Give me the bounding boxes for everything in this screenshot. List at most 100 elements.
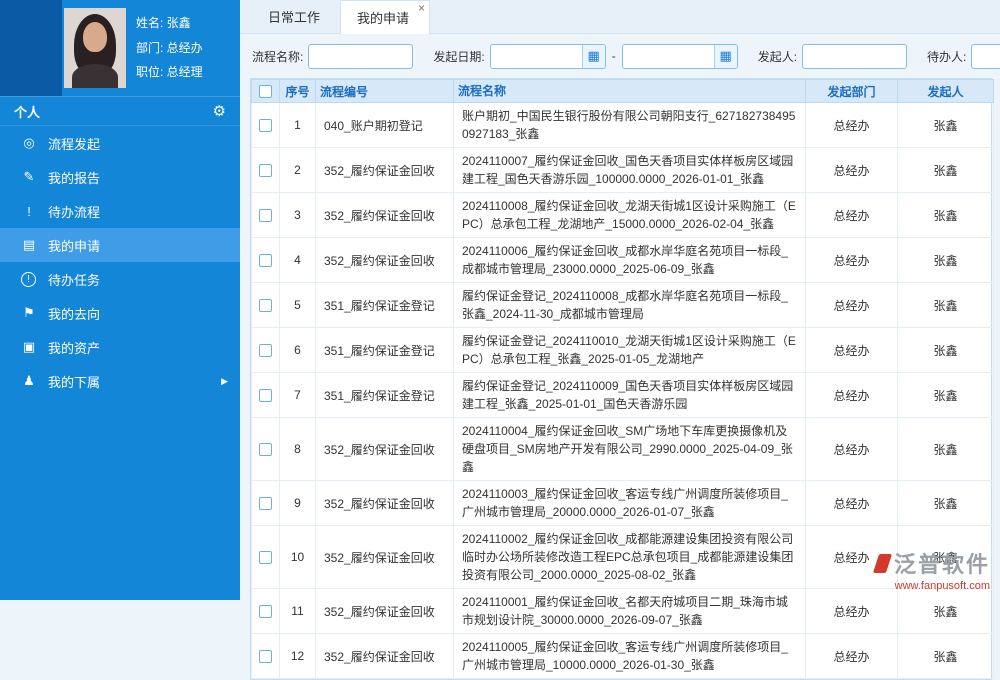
initiating-dept: 总经办 [806,373,898,418]
initiator: 张鑫 [898,193,994,238]
gear-icon[interactable]: ⚙ [213,102,226,120]
sidebar-item-my-whereabouts[interactable]: ⚑ 我的去向 [0,296,240,330]
row-index: 1 [280,103,316,148]
process-name[interactable]: 2024110002_履约保证金回收_成都能源建设集团投资有限公司临时办公场所装… [454,526,806,589]
filter-bar: 流程名称: 发起日期: ▦ - ▦ 发起人: 待办人: [240,34,1000,78]
sidebar-item-pending-tasks[interactable]: ! 待办任务 [0,262,240,296]
tab-label: 我的申请 [357,8,409,27]
row-checkbox[interactable] [259,650,272,663]
process-code: 352_履约保证金回收 [316,238,454,283]
profile-title: 职位: 总经理 [136,60,203,85]
process-name[interactable]: 履约保证金登记_2024110010_龙湖天街城1区设计采购施工（EPC）总承包… [454,328,806,373]
table-row: 6 351_履约保证金登记 履约保证金登记_2024110010_龙湖天街城1区… [252,328,994,373]
initiator: 张鑫 [898,373,994,418]
watermark-url: www.fanpusoft.com [876,580,990,592]
end-date-input[interactable] [623,45,714,68]
initiator: 张鑫 [898,481,994,526]
tab-daily-work[interactable]: 日常工作 [252,0,340,33]
row-checkbox[interactable] [259,497,272,510]
process-code: 352_履约保证金回收 [316,589,454,634]
initiating-dept: 总经办 [806,481,898,526]
calendar-icon[interactable]: ▦ [582,45,605,68]
header-name: 流程名称 [454,80,806,103]
process-code: 351_履约保证金登记 [316,283,454,328]
select-all-checkbox[interactable] [259,85,272,98]
process-name[interactable]: 履约保证金登记_2024110008_成都水岸华庭名苑项目一标段_张鑫_2024… [454,283,806,328]
table-body: 1 040_账户期初登记 账户期初_中国民生银行股份有限公司朝阳支行_62718… [252,103,994,679]
initiator: 张鑫 [898,328,994,373]
initiator: 张鑫 [898,634,994,679]
table-row: 12 352_履约保证金回收 2024110005_履约保证金回收_客运专线广州… [252,634,994,679]
assignee-label: 待办人: [927,48,966,65]
sidebar-item-label: 待办流程 [48,202,100,221]
process-name[interactable]: 2024110003_履约保证金回收_客运专线广州调度所装修项目_广州城市管理局… [454,481,806,526]
row-checkbox[interactable] [259,119,272,132]
process-name[interactable]: 账户期初_中国民生银行股份有限公司朝阳支行_627182738495092718… [454,103,806,148]
sidebar-item-my-assets[interactable]: ▣ 我的资产 [0,330,240,364]
process-name[interactable]: 2024110006_履约保证金回收_成都水岸华庭名苑项目一标段_成都城市管理局… [454,238,806,283]
process-name[interactable]: 2024110007_履约保证金回收_国色天香项目实体样板房区域园建工程_国色天… [454,148,806,193]
process-name[interactable]: 2024110004_履约保证金回收_SM广场地下车库更换摄像机及硬盘项目_SM… [454,418,806,481]
my-assets-icon: ▣ [20,339,38,355]
row-index: 11 [280,589,316,634]
row-checkbox[interactable] [259,299,272,312]
my-whereabouts-icon: ⚑ [20,305,38,321]
start-date-input[interactable] [491,45,582,68]
sidebar-item-my-subordinates[interactable]: ♟ 我的下属 ▶ [0,364,240,398]
watermark: 泛普软件 www.fanpusoft.com [876,547,990,592]
sidebar-item-process-initiate[interactable]: ◎ 流程发起 [0,126,240,160]
table-row: 8 352_履约保证金回收 2024110004_履约保证金回收_SM广场地下车… [252,418,994,481]
sidebar-item-label: 我的报告 [48,168,100,187]
row-checkbox[interactable] [259,164,272,177]
row-checkbox[interactable] [259,344,272,357]
process-name[interactable]: 2024110008_履约保证金回收_龙湖天街城1区设计采购施工（EPC）总承包… [454,193,806,238]
tab-close-icon[interactable]: × [418,2,425,14]
pending-process-icon: ! [20,204,38,219]
initiator: 张鑫 [898,148,994,193]
initiator: 张鑫 [898,418,994,481]
row-index: 12 [280,634,316,679]
table-row: 7 351_履约保证金登记 履约保证金登记_2024110009_国色天香项目实… [252,373,994,418]
sidebar-item-my-reports[interactable]: ✎ 我的报告 [0,160,240,194]
sidebar-item-my-applications[interactable]: ▤ 我的申请 [0,228,240,262]
sidebar-item-label: 流程发起 [48,134,100,153]
table-row: 2 352_履约保证金回收 2024110007_履约保证金回收_国色天香项目实… [252,148,994,193]
process-code: 352_履约保证金回收 [316,526,454,589]
profile-dark-strip [0,0,62,96]
process-name-input[interactable] [308,44,413,69]
process-code: 352_履约保证金回收 [316,418,454,481]
initiating-dept: 总经办 [806,283,898,328]
row-checkbox[interactable] [259,254,272,267]
watermark-brand: 泛普软件 [894,547,990,579]
table-row: 1 040_账户期初登记 账户期初_中国民生银行股份有限公司朝阳支行_62718… [252,103,994,148]
row-index: 9 [280,481,316,526]
row-index: 3 [280,193,316,238]
process-code: 040_账户期初登记 [316,103,454,148]
row-index: 8 [280,418,316,481]
profile-dept: 部门: 总经办 [136,36,203,61]
assignee-input[interactable] [971,44,1000,69]
date-separator: - [612,49,616,63]
process-code: 352_履约保证金回收 [316,193,454,238]
row-checkbox[interactable] [259,605,272,618]
initiating-dept: 总经办 [806,589,898,634]
row-index: 10 [280,526,316,589]
row-checkbox[interactable] [259,443,272,456]
process-name[interactable]: 2024110001_履约保证金回收_名都天府城项目二期_珠海市城市规划设计院_… [454,589,806,634]
profile-name: 姓名: 张鑫 [136,11,203,36]
sidebar: 姓名: 张鑫 部门: 总经办 职位: 总经理 个人 ⚙ ◎ 流程发起 ✎ 我的报… [0,0,240,600]
my-subordinates-icon: ♟ [20,373,38,389]
row-checkbox[interactable] [259,551,272,564]
process-name[interactable]: 履约保证金登记_2024110009_国色天香项目实体样板房区域园建工程_张鑫_… [454,373,806,418]
initiator-input[interactable] [802,44,907,69]
sidebar-menu: ◎ 流程发起 ✎ 我的报告 ! 待办流程 ▤ 我的申请 ! 待办任务 ⚑ 我的去… [0,126,240,398]
row-checkbox[interactable] [259,209,272,222]
start-date-label: 发起日期: [433,48,484,65]
process-name[interactable]: 2024110005_履约保证金回收_客运专线广州调度所装修项目_广州城市管理局… [454,634,806,679]
initiator: 张鑫 [898,238,994,283]
process-initiate-icon: ◎ [20,135,38,151]
tab-my-applications[interactable]: 我的申请 × [340,0,430,34]
sidebar-item-pending-process[interactable]: ! 待办流程 [0,194,240,228]
row-checkbox[interactable] [259,389,272,402]
calendar-icon[interactable]: ▦ [714,45,737,68]
